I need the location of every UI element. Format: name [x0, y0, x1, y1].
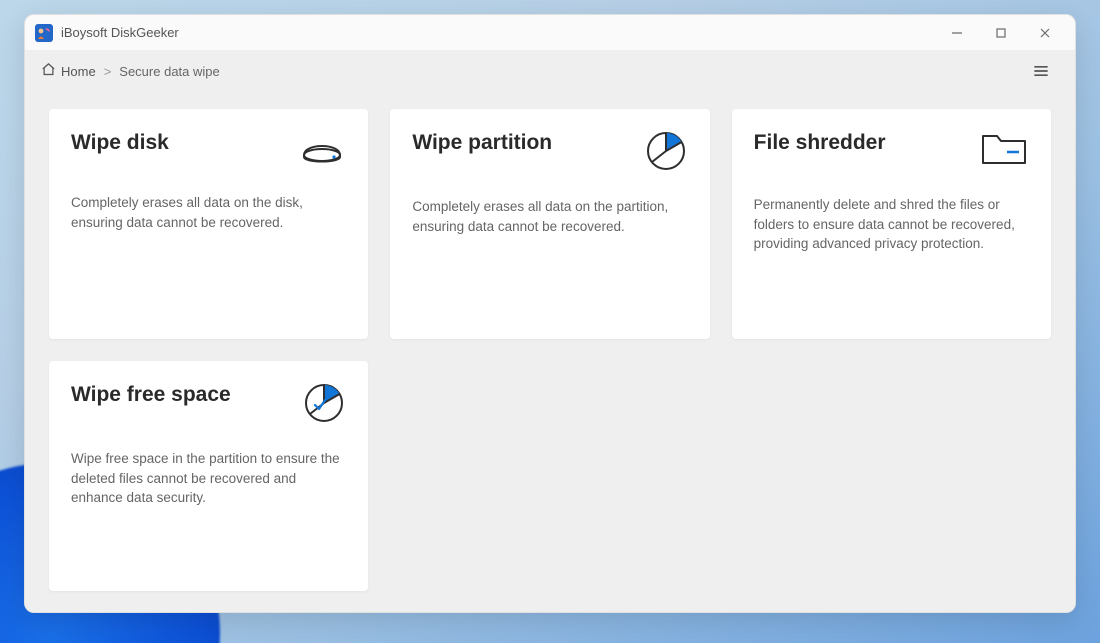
card-grid: Wipe disk Completely erases all data on …: [49, 109, 1051, 591]
folder-minus-icon: [979, 129, 1029, 171]
card-title: File shredder: [754, 129, 886, 156]
maximize-button[interactable]: [979, 15, 1023, 51]
breadcrumb-home[interactable]: Home: [41, 62, 96, 80]
pie-check-icon: [298, 381, 346, 425]
window-controls: [935, 15, 1067, 51]
disk-icon: [298, 129, 346, 169]
card-wipe-free-space[interactable]: Wipe free space Wipe free space in the p…: [49, 361, 368, 591]
breadcrumb-home-label: Home: [61, 64, 96, 79]
app-window: iBoysoft DiskGeeker Home: [24, 14, 1076, 613]
card-desc: Completely erases all data on the disk, …: [71, 193, 346, 232]
card-title: Wipe free space: [71, 381, 231, 408]
card-title: Wipe partition: [412, 129, 552, 156]
pie-icon: [640, 129, 688, 173]
card-title: Wipe disk: [71, 129, 169, 156]
card-desc: Wipe free space in the partition to ensu…: [71, 449, 346, 508]
titlebar: iBoysoft DiskGeeker: [25, 15, 1075, 51]
minimize-button[interactable]: [935, 15, 979, 51]
home-icon: [41, 62, 56, 80]
breadcrumb: Home > Secure data wipe: [41, 62, 220, 80]
app-icon: [35, 24, 53, 42]
breadcrumb-current: Secure data wipe: [119, 64, 219, 79]
breadcrumb-separator: >: [104, 64, 112, 79]
close-button[interactable]: [1023, 15, 1067, 51]
app-title: iBoysoft DiskGeeker: [61, 25, 179, 40]
card-wipe-partition[interactable]: Wipe partition Completely erases all dat…: [390, 109, 709, 339]
card-wipe-disk[interactable]: Wipe disk Completely erases all data on …: [49, 109, 368, 339]
card-desc: Completely erases all data on the partit…: [412, 197, 687, 236]
menu-button[interactable]: [1023, 53, 1059, 89]
card-desc: Permanently delete and shred the files o…: [754, 195, 1029, 254]
subheader: Home > Secure data wipe: [25, 51, 1075, 91]
content-area: Wipe disk Completely erases all data on …: [25, 91, 1075, 612]
card-file-shredder[interactable]: File shredder Permanently delete and shr…: [732, 109, 1051, 339]
